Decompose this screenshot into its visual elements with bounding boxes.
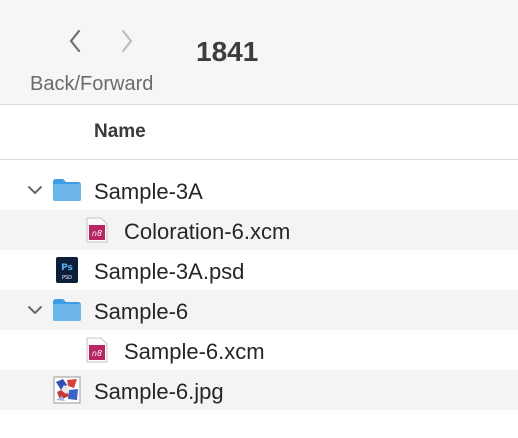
file-name: Coloration-6.xcm [124, 219, 291, 244]
file-name: Sample-6.xcm [124, 339, 265, 364]
folder-icon [52, 296, 82, 324]
xcm-glyph: n8 [92, 229, 102, 238]
list-item-folder[interactable]: Sample-6 [0, 290, 518, 330]
column-header-name[interactable]: Name [94, 121, 146, 143]
psd-glyph: Ps [61, 263, 73, 273]
back-forward-label: Back/Forward [30, 73, 154, 95]
file-list: Sample-3A n8 Coloration-6.xcm Ps PSD Sam… [0, 170, 518, 410]
disclosure-expanded-icon[interactable] [25, 182, 45, 198]
xcm-file-icon: n8 [82, 216, 112, 244]
folder-icon [52, 176, 82, 204]
toolbar: Back/Forward 1841 [0, 0, 518, 105]
list-item-file[interactable]: Ps PSD Sample-3A.psd [0, 250, 518, 290]
column-header-bar: Name [0, 105, 518, 160]
file-name: Sample-6.jpg [94, 379, 224, 404]
image-file-icon [52, 376, 82, 404]
photoshop-file-icon: Ps PSD [52, 256, 82, 284]
disclosure-expanded-icon[interactable] [25, 302, 45, 318]
back-button[interactable] [62, 26, 88, 56]
file-name: Sample-6 [94, 299, 189, 324]
list-item-folder[interactable]: Sample-3A [0, 170, 518, 210]
xcm-file-icon: n8 [82, 336, 112, 364]
xcm-glyph: n8 [92, 349, 102, 358]
chevron-right-icon [121, 29, 133, 53]
list-item-file[interactable]: n8 Coloration-6.xcm [0, 210, 518, 250]
list-item-file[interactable]: n8 Sample-6.xcm [0, 330, 518, 370]
psd-sub: PSD [62, 275, 72, 281]
file-name: Sample-3A.psd [94, 259, 245, 284]
file-name: Sample-3A [94, 179, 203, 204]
list-item-file[interactable]: Sample-6.jpg [0, 370, 518, 410]
chevron-left-icon [69, 29, 81, 53]
window-title: 1841 [196, 36, 259, 67]
forward-button[interactable] [114, 26, 140, 56]
